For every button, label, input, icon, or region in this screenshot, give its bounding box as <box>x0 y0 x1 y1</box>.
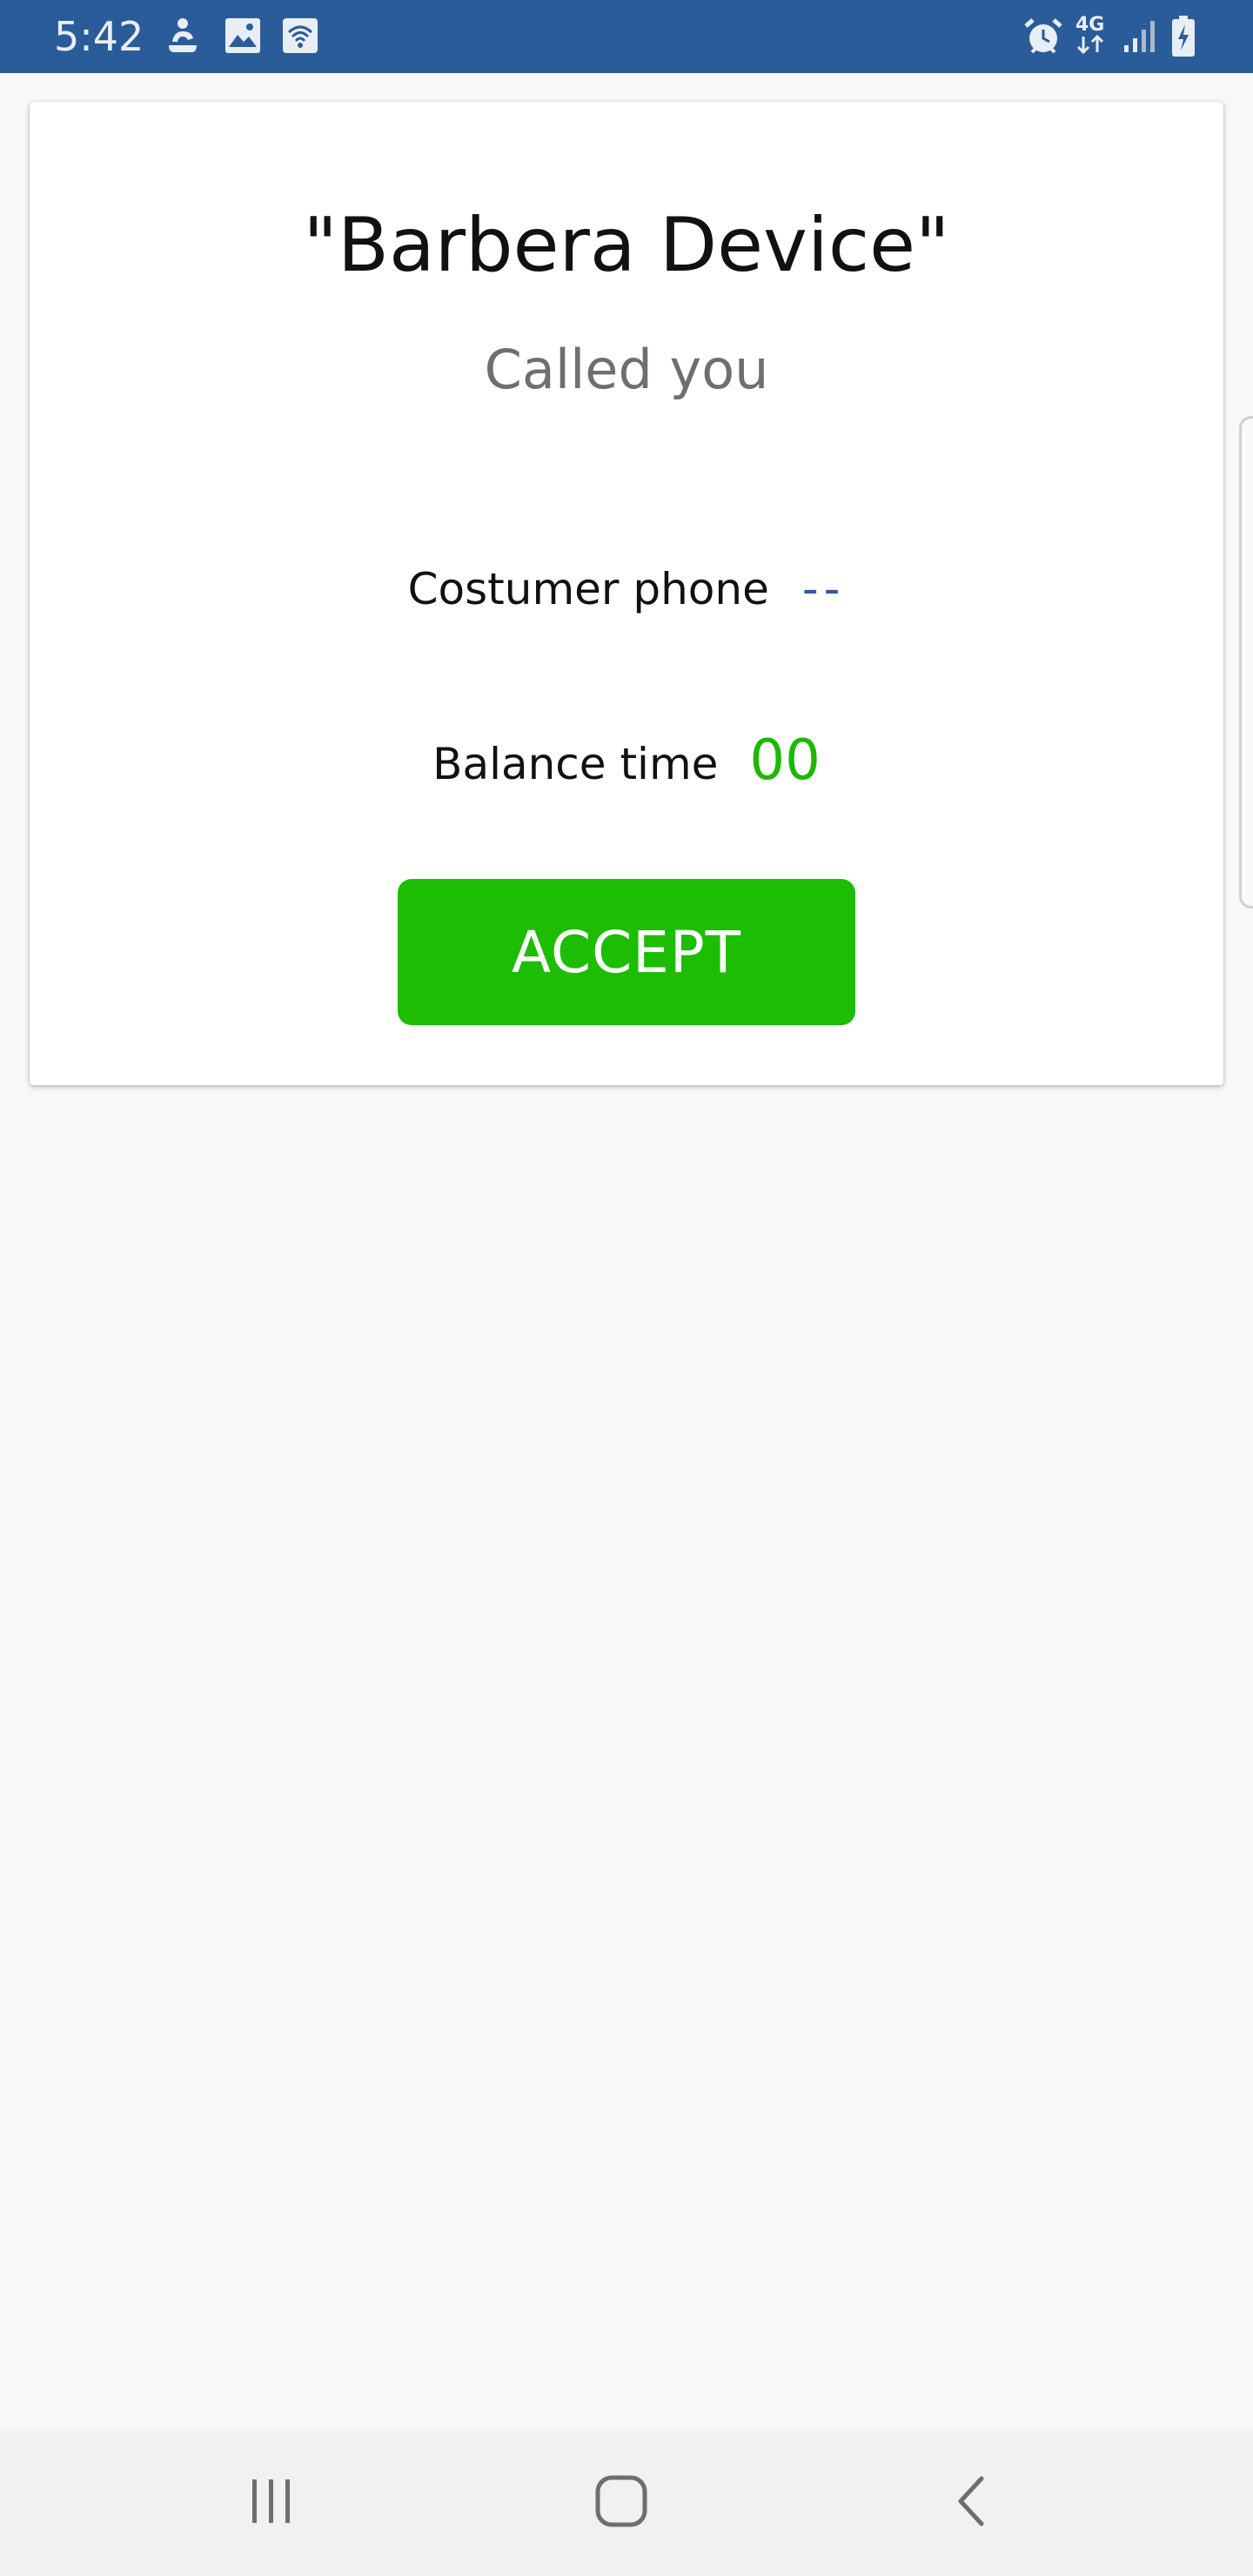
home-icon <box>593 2473 649 2532</box>
balance-time-value: 00 <box>749 728 821 793</box>
recent-apps-button[interactable] <box>184 2430 358 2576</box>
customer-phone-row: Costumer phone -- <box>30 563 1223 615</box>
network-4g-icon: 4G <box>1075 16 1105 54</box>
back-icon <box>952 2473 990 2532</box>
back-button[interactable] <box>884 2430 1058 2576</box>
home-button[interactable] <box>534 2430 708 2576</box>
accept-button[interactable]: ACCEPT <box>398 879 855 1025</box>
call-status-subtitle: Called you <box>484 338 769 401</box>
battery-charging-icon <box>1171 16 1196 57</box>
navigation-bar <box>0 2430 1253 2576</box>
balance-time-label: Balance time <box>432 739 719 789</box>
signal-icon <box>1122 17 1159 56</box>
status-bar: 5:42 4G <box>0 0 1253 73</box>
screen: 5:42 4G "Barbera Device" Called you Cost… <box>0 0 1253 2576</box>
network-4g-label: 4G <box>1075 14 1105 36</box>
edge-panel-handle[interactable] <box>1239 416 1253 909</box>
balance-time-row: Balance time 00 <box>30 728 1223 793</box>
recent-apps-icon <box>245 2477 298 2529</box>
customer-phone-label: Costumer phone <box>407 564 769 614</box>
incoming-call-card: "Barbera Device" Called you Costumer pho… <box>30 102 1223 1085</box>
status-time: 5:42 <box>54 13 144 60</box>
alarm-icon <box>1023 17 1063 56</box>
accessibility-icon <box>165 17 200 56</box>
customer-phone-value: -- <box>801 563 846 615</box>
wifi-hotspot-icon <box>282 17 318 56</box>
caller-name-title: "Barbera Device" <box>303 202 950 289</box>
image-icon <box>224 17 261 56</box>
